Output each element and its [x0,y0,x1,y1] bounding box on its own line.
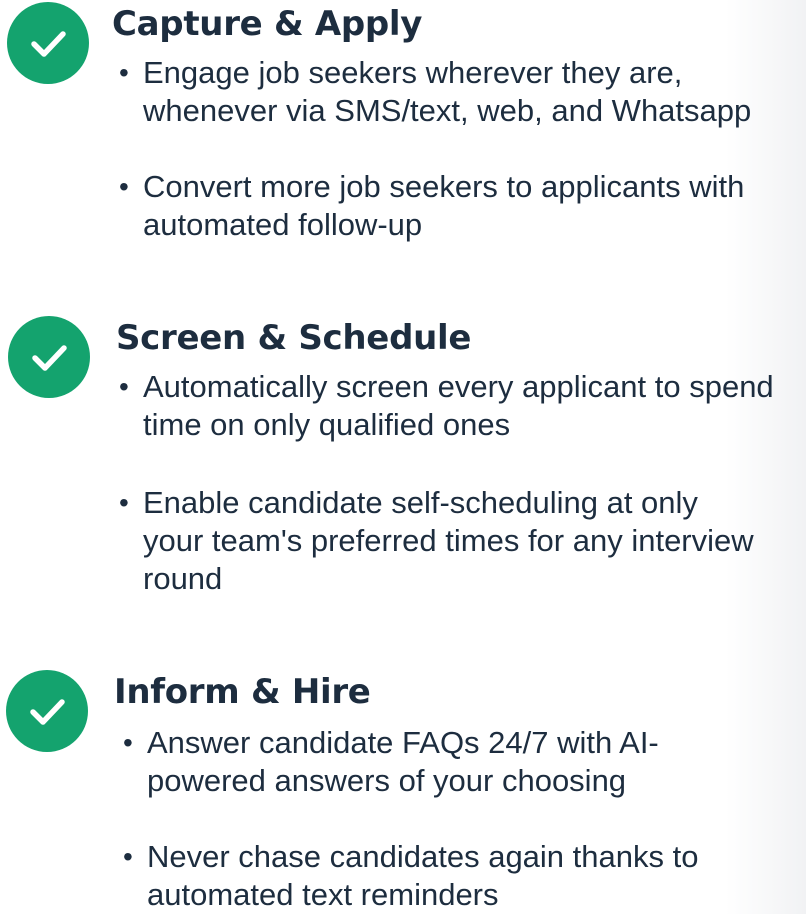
checkmark-circle-icon [8,316,90,398]
bullet-dot: • [123,727,133,758]
bullet-dot: • [119,57,129,88]
bullet-item: • Automatically screen every applicant t… [119,368,806,444]
section-title: Inform & Hire [114,672,371,712]
bullet-item: • Never chase candidates again thanks to… [123,838,787,914]
bullet-text: Never chase candidates again thanks to a… [147,839,699,912]
bullet-item: • Enable candidate self-scheduling at on… [119,484,763,598]
bullet-item: • Answer candidate FAQs 24/7 with AI-pow… [123,724,747,800]
bullet-text: Automatically screen every applicant to … [143,369,774,442]
bullet-dot: • [119,171,129,202]
bullet-text: Engage job seekers wherever they are, wh… [143,55,752,128]
section-title: Screen & Schedule [116,318,472,358]
bullet-text: Convert more job seekers to applicants w… [143,169,745,242]
bullet-text: Answer candidate FAQs 24/7 with AI-power… [147,725,659,798]
checkmark-circle-icon [7,2,89,84]
bullet-dot: • [119,487,129,518]
bullet-dot: • [119,371,129,402]
bullet-item: • Convert more job seekers to applicants… [119,168,806,244]
bullet-dot: • [123,841,133,872]
bullet-item: • Engage job seekers wherever they are, … [119,54,806,130]
checkmark-circle-icon [6,670,88,752]
bullet-text: Enable candidate self-scheduling at only… [143,485,754,596]
section-title: Capture & Apply [112,4,423,44]
